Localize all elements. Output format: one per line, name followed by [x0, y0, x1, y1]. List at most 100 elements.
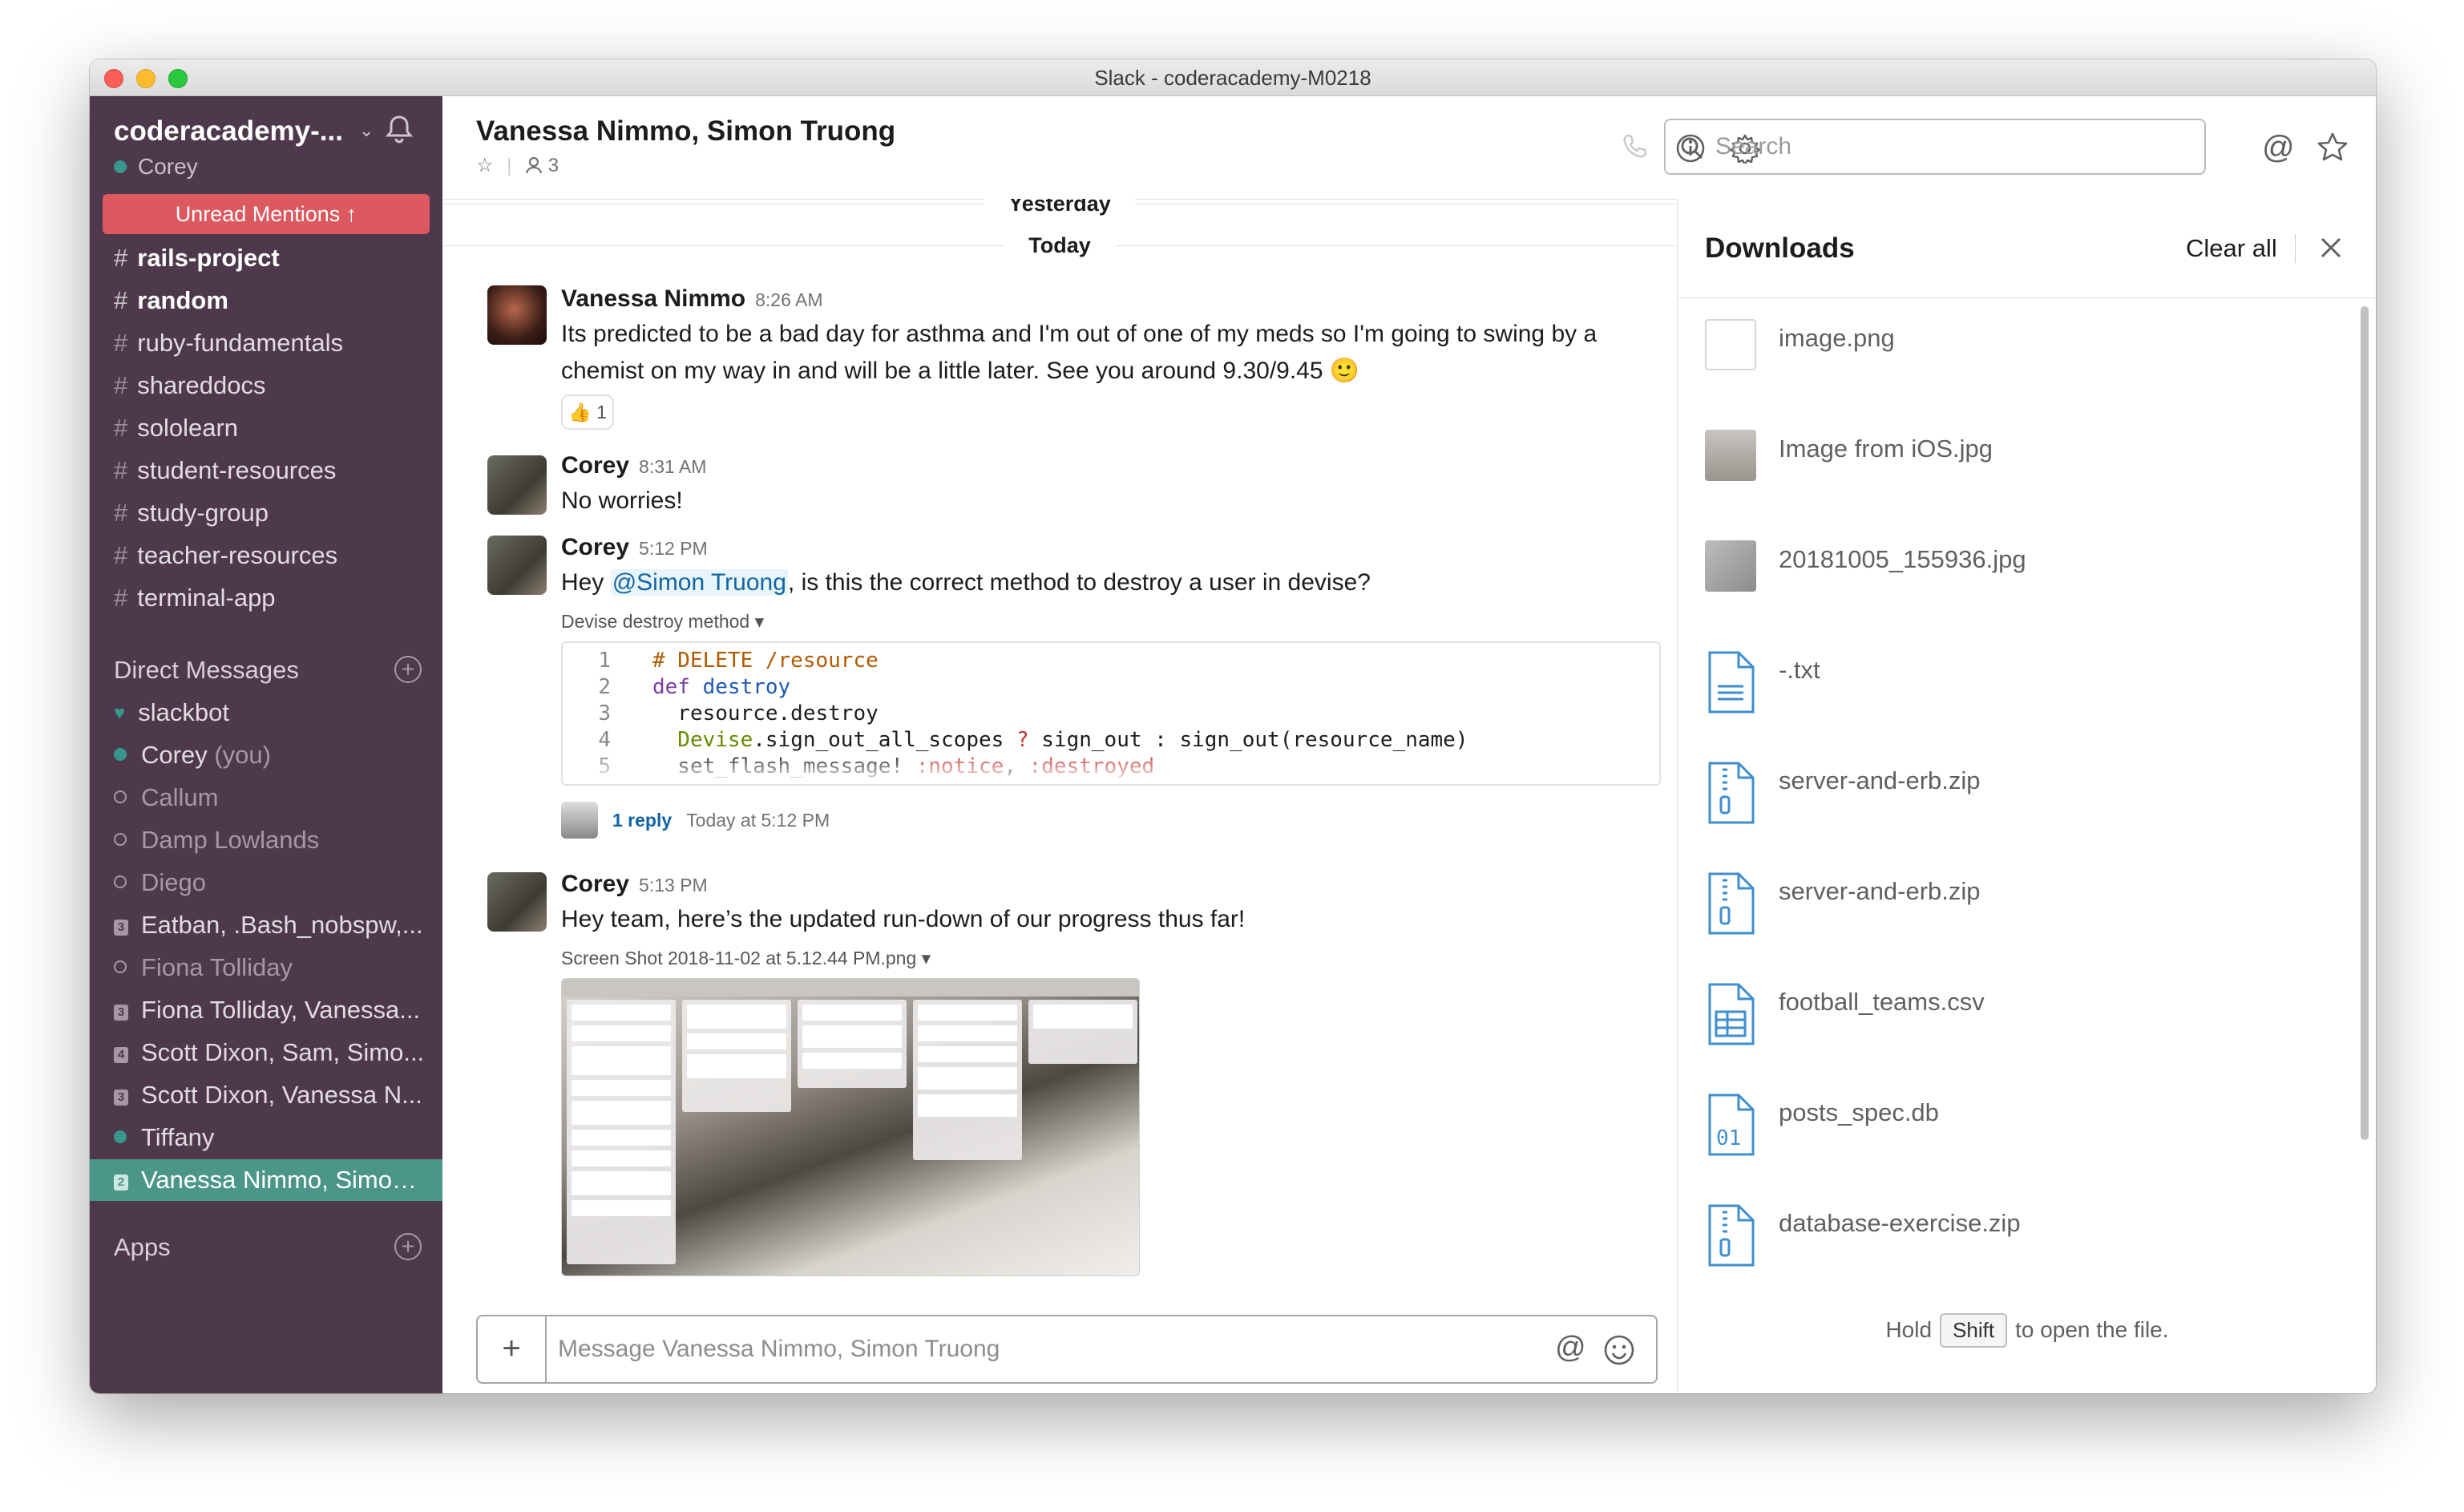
line-number: 2	[598, 675, 611, 699]
channel-rails-project[interactable]: # rails-project	[114, 244, 280, 273]
channel-teacher-resources[interactable]: # teacher-resources	[114, 541, 337, 570]
download-item[interactable]: server-and-erb.zip	[1705, 872, 2346, 940]
channel-sololearn[interactable]: # sololearn	[114, 414, 238, 443]
channel-student-resources[interactable]: # student-resources	[114, 456, 336, 485]
dm-fiona-tolliday[interactable]: Fiona Tolliday	[114, 953, 426, 982]
close-icon[interactable]	[2319, 236, 2343, 264]
workspace-name[interactable]: coderacademy-...	[114, 115, 343, 148]
channel-shareddocs[interactable]: # shareddocs	[114, 371, 266, 400]
avatar[interactable]	[487, 455, 547, 515]
message-time[interactable]: 5:12 PM	[639, 538, 708, 559]
photo-thumbnail-icon	[1705, 540, 1756, 592]
channel-ruby-fundamentals[interactable]: # ruby-fundamentals	[114, 329, 343, 358]
reply-avatar[interactable]	[561, 802, 598, 839]
members-icon[interactable]	[525, 155, 548, 176]
starred-items-icon[interactable]	[2317, 131, 2349, 168]
photo-thumbnail-icon	[1705, 430, 1756, 481]
download-item[interactable]: 01 posts_spec.db	[1705, 1094, 2346, 1161]
dm-tiffany[interactable]: Tiffany	[114, 1123, 426, 1152]
message-composer[interactable]: + Message Vanessa Nimmo, Simon Truong @	[476, 1315, 1658, 1384]
dm-diego[interactable]: Diego	[114, 868, 426, 897]
dm-group-fiona-vanessa[interactable]: 3 Fiona Tolliday, Vanessa...	[114, 996, 426, 1025]
code-line: Devise.sign_out_all_scopes ? sign_out : …	[652, 728, 1468, 752]
download-item[interactable]: Image from iOS.jpg	[1705, 430, 2346, 497]
file-name[interactable]: Screen Shot 2018-11-02 at 5.12.44 PM.png…	[561, 948, 931, 969]
thread-replies[interactable]: 1 reply Today at 5:12 PM	[612, 810, 830, 831]
user-mention[interactable]: @Simon Truong	[610, 569, 788, 596]
dm-group-vanessa-simon[interactable]: 2 Vanessa Nimmo, Simon...	[114, 1166, 426, 1195]
day-divider-yesterday: Yesterday	[442, 199, 1677, 220]
downloads-header: Downloads Clear all	[1678, 199, 2376, 298]
reaction-thumbs-up[interactable]: 👍 1	[561, 394, 614, 430]
zoom-window-button[interactable]	[168, 69, 188, 88]
download-item[interactable]: football_teams.csv	[1705, 983, 2346, 1050]
zip-file-icon	[1708, 762, 1755, 824]
dm-corey[interactable]: Corey (you)	[114, 741, 426, 770]
avatar[interactable]	[487, 536, 547, 595]
at-mentions-icon[interactable]: @	[2262, 130, 2295, 166]
phone-icon[interactable]	[1621, 133, 1648, 164]
direct-messages-header[interactable]: Direct Messages	[114, 656, 299, 685]
dm-damp-lowlands[interactable]: Damp Lowlands	[114, 826, 426, 855]
channel-random[interactable]: # random	[114, 286, 228, 315]
message-author[interactable]: Corey 5:13 PM	[561, 871, 708, 898]
clear-all-button[interactable]: Clear all	[2186, 234, 2277, 263]
message-list: Yesterday Today Vanessa Nimmo 8:26 AM Its…	[442, 199, 1677, 1393]
channel-terminal-app[interactable]: # terminal-app	[114, 584, 276, 612]
add-app-icon[interactable]: +	[394, 1233, 422, 1260]
group-count-badge: 3	[114, 1005, 128, 1021]
open-file-hint: Hold Shift to open the file.	[1678, 1313, 2376, 1348]
dm-slackbot[interactable]: ♥ slackbot	[114, 698, 426, 727]
away-status-icon	[114, 833, 127, 846]
apps-header[interactable]: Apps	[114, 1233, 171, 1262]
snippet-title[interactable]: Devise destroy method ▾	[561, 611, 764, 633]
dm-group-scott-sam[interactable]: 4 Scott Dixon, Sam, Simo...	[114, 1038, 426, 1067]
message-time[interactable]: 5:13 PM	[639, 875, 708, 895]
code-snippet[interactable]: 1 # DELETE /resource 2 def destroy 3 resourc…	[561, 641, 1661, 786]
dm-group-eatban[interactable]: 3 Eatban, .Bash_nobspw,...	[114, 911, 426, 940]
mention-icon[interactable]: @	[1555, 1331, 1586, 1365]
code-line: def destroy	[652, 675, 791, 699]
download-item[interactable]: server-and-erb.zip	[1705, 762, 2346, 829]
online-status-icon	[114, 748, 127, 761]
conversation-title[interactable]: Vanessa Nimmo, Simon Truong	[476, 115, 895, 148]
message-author[interactable]: Corey 8:31 AM	[561, 452, 706, 479]
title-bar: Slack - coderacademy-M0218	[90, 59, 2376, 96]
avatar[interactable]	[487, 872, 547, 932]
text-file-icon	[1708, 651, 1755, 714]
download-item[interactable]: database-exercise.zip	[1705, 1204, 2346, 1271]
line-number: 3	[598, 701, 611, 726]
dm-group-scott-vanessa[interactable]: 3 Scott Dixon, Vanessa N...	[114, 1081, 426, 1110]
message-time[interactable]: 8:26 AM	[755, 289, 822, 310]
more-options-icon[interactable]	[2374, 131, 2376, 166]
emoji-icon[interactable]	[1603, 1334, 1635, 1370]
member-count[interactable]: 3	[548, 155, 559, 176]
message-author[interactable]: Vanessa Nimmo 8:26 AM	[561, 285, 823, 313]
dm-callum[interactable]: Callum	[114, 783, 426, 812]
group-count-badge: 3	[114, 1090, 128, 1106]
channel-study-group[interactable]: # study-group	[114, 499, 269, 528]
bell-icon[interactable]	[385, 114, 414, 148]
downloads-scrollbar[interactable]	[2361, 306, 2369, 1140]
message-author[interactable]: Corey 5:12 PM	[561, 534, 708, 561]
screenshot-image[interactable]	[561, 978, 1140, 1276]
download-item[interactable]: image.png	[1705, 319, 2346, 386]
attach-file-button[interactable]: +	[478, 1316, 547, 1382]
avatar[interactable]	[487, 285, 547, 345]
download-item[interactable]: -.txt	[1705, 651, 2346, 718]
downloads-title: Downloads	[1705, 232, 1855, 264]
search-input[interactable]: Search	[1664, 119, 2206, 175]
message-time[interactable]: 8:31 AM	[639, 456, 706, 477]
close-window-button[interactable]	[104, 69, 123, 88]
away-status-icon	[114, 875, 127, 888]
svg-text:01: 01	[1716, 1126, 1741, 1150]
minimize-window-button[interactable]	[136, 69, 156, 88]
unread-mentions-button[interactable]: Unread Mentions ↑	[103, 194, 430, 234]
star-icon[interactable]: ☆	[476, 155, 494, 176]
group-count-badge: 3	[114, 920, 128, 936]
message-text: No worries!	[561, 487, 683, 514]
message-input[interactable]: Message Vanessa Nimmo, Simon Truong	[558, 1316, 1000, 1382]
chevron-down-icon[interactable]: ⌄	[359, 120, 374, 141]
download-item[interactable]: 20181005_155936.jpg	[1705, 540, 2346, 608]
add-direct-message-icon[interactable]: +	[394, 656, 422, 683]
